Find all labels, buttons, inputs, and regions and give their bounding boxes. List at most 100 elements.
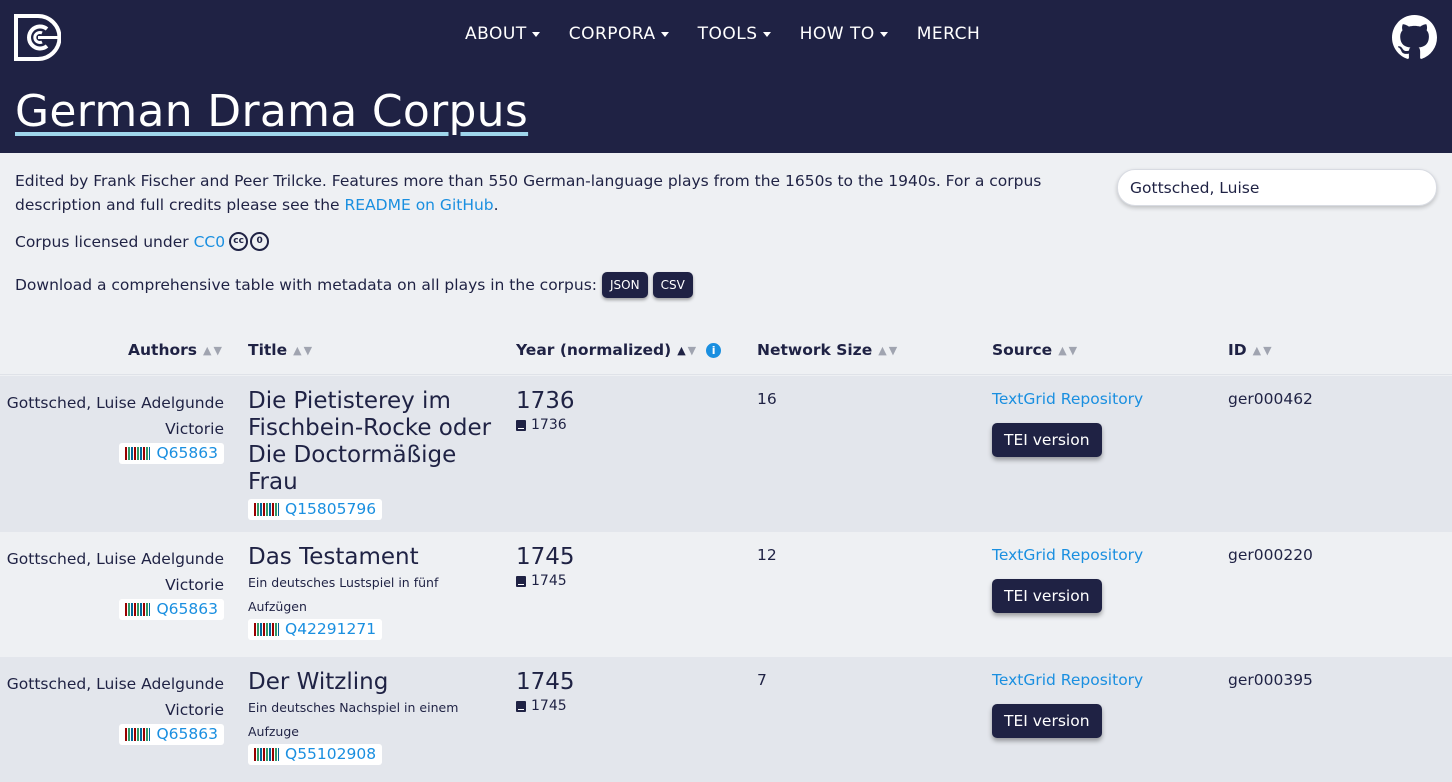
zero-icon: 0 xyxy=(250,232,270,251)
tei-version-button[interactable]: TEI version xyxy=(992,704,1102,738)
main-nav: ABOUT CORPORA TOOLS HOW TO MERCH xyxy=(465,24,1009,44)
sort-icon: ▲▼ xyxy=(677,343,699,357)
nav-tools[interactable]: TOOLS xyxy=(698,24,771,44)
year-cell: 1736 1736 xyxy=(516,388,575,433)
author-cell: Gottsched, Luise Adelgunde Victorie Q658… xyxy=(0,671,224,749)
wikidata-id: Q55102908 xyxy=(285,745,377,763)
th-authors[interactable]: Authors ▲▼ xyxy=(128,341,224,359)
play-subtitle: Ein deutsches Lustspiel in fünf Aufzügen xyxy=(248,575,439,614)
th-id-label: ID xyxy=(1228,341,1247,359)
title-cell: Der Witzling Ein deutsches Nachspiel in … xyxy=(248,669,498,765)
sort-icon: ▲▼ xyxy=(1252,343,1274,357)
intro-text: Edited by Frank Fischer and Peer Trilcke… xyxy=(15,172,1042,214)
th-title-label: Title xyxy=(248,341,288,359)
nav-corpora[interactable]: CORPORA xyxy=(569,24,669,44)
nav-howto-label: HOW TO xyxy=(799,24,875,44)
chevron-down-icon xyxy=(660,31,669,37)
dracor-logo-icon[interactable] xyxy=(14,14,61,61)
wikidata-icon xyxy=(254,503,279,516)
github-icon[interactable] xyxy=(1392,15,1437,60)
th-authors-label: Authors xyxy=(128,341,197,359)
license-line: Corpus licensed under CC0 cc 0 xyxy=(15,232,270,251)
year-normalized: 1736 xyxy=(516,388,575,414)
nav-tools-label: TOOLS xyxy=(697,24,758,44)
year-normalized: 1745 xyxy=(516,669,575,695)
sort-icon: ▲▼ xyxy=(203,343,224,357)
wikidata-id: Q42291271 xyxy=(285,620,377,638)
nav-corpora-label: CORPORA xyxy=(568,24,656,44)
wikidata-id: Q65863 xyxy=(156,444,218,462)
play-subtitle: Ein deutsches Nachspiel in einem Aufzuge xyxy=(248,700,459,739)
sort-icon: ▲▼ xyxy=(293,343,315,357)
corpus-description: Edited by Frank Fischer and Peer Trilcke… xyxy=(15,169,1095,217)
nav-howto[interactable]: HOW TO xyxy=(800,24,888,44)
sort-icon: ▲▼ xyxy=(1058,343,1080,357)
play-title[interactable]: Die Pietisterey im Fischbein-Rocke oder … xyxy=(248,388,498,496)
author-name[interactable]: Gottsched, Luise Adelgunde Victorie xyxy=(0,390,224,442)
source-cell: TextGrid Repository TEI version xyxy=(992,546,1143,613)
th-source[interactable]: Source ▲▼ xyxy=(992,341,1079,359)
network-size: 7 xyxy=(757,671,767,689)
download-text: Download a comprehensive table with meta… xyxy=(15,276,598,294)
author-name[interactable]: Gottsched, Luise Adelgunde Victorie xyxy=(0,546,224,598)
chevron-down-icon xyxy=(879,31,888,37)
author-cell: Gottsched, Luise Adelgunde Victorie Q658… xyxy=(0,546,224,624)
wikidata-title-link[interactable]: Q15805796 xyxy=(248,499,383,520)
download-json-button[interactable]: JSON xyxy=(602,272,648,298)
wikidata-icon xyxy=(125,728,151,741)
year-cell: 1745 1745 xyxy=(516,544,575,589)
wikidata-author-link[interactable]: Q65863 xyxy=(119,443,224,464)
th-year-label: Year (normalized) xyxy=(516,341,672,359)
tei-version-button[interactable]: TEI version xyxy=(992,579,1102,613)
play-title[interactable]: Das Testament xyxy=(248,544,498,571)
play-title[interactable]: Der Witzling xyxy=(248,669,498,696)
author-cell: Gottsched, Luise Adelgunde Victorie Q658… xyxy=(0,390,224,468)
book-icon xyxy=(516,700,526,712)
source-link[interactable]: TextGrid Repository xyxy=(992,671,1143,689)
th-title[interactable]: Title ▲▼ xyxy=(248,341,314,359)
title-cell: Das Testament Ein deutsches Lustspiel in… xyxy=(248,544,498,640)
year-normalized: 1745 xyxy=(516,544,575,570)
th-network-label: Network Size xyxy=(757,341,873,359)
year-printed-value: 1745 xyxy=(531,573,567,589)
nav-merch[interactable]: MERCH xyxy=(917,24,981,44)
wikidata-author-link[interactable]: Q65863 xyxy=(119,599,224,620)
title-cell: Die Pietisterey im Fischbein-Rocke oder … xyxy=(248,388,498,520)
download-csv-button[interactable]: CSV xyxy=(652,272,693,298)
th-year[interactable]: Year (normalized) ▲▼ i xyxy=(516,341,722,359)
play-id: ger000462 xyxy=(1228,390,1313,408)
tei-version-button[interactable]: TEI version xyxy=(992,423,1102,457)
nav-merch-label: MERCH xyxy=(916,24,981,44)
readme-link[interactable]: README on GitHub xyxy=(345,196,494,214)
wikidata-author-link[interactable]: Q65863 xyxy=(119,724,224,745)
source-link[interactable]: TextGrid Repository xyxy=(992,390,1143,408)
wikidata-title-link[interactable]: Q55102908 xyxy=(248,744,383,765)
source-cell: TextGrid Repository TEI version xyxy=(992,390,1143,457)
author-name[interactable]: Gottsched, Luise Adelgunde Victorie xyxy=(0,671,224,723)
info-icon[interactable]: i xyxy=(706,342,722,358)
source-link[interactable]: TextGrid Repository xyxy=(992,546,1143,564)
th-id[interactable]: ID ▲▼ xyxy=(1228,341,1274,359)
year-printed: 1745 xyxy=(516,698,575,714)
download-line: Download a comprehensive table with meta… xyxy=(15,272,693,298)
year-printed: 1736 xyxy=(516,417,575,433)
wikidata-id: Q15805796 xyxy=(285,500,377,518)
chevron-down-icon xyxy=(531,31,540,37)
nav-about-label: ABOUT xyxy=(465,24,527,44)
wikidata-icon xyxy=(125,447,151,460)
intro-end: . xyxy=(493,196,499,214)
nav-about[interactable]: ABOUT xyxy=(465,24,540,44)
play-id: ger000220 xyxy=(1228,546,1313,564)
search-input[interactable] xyxy=(1117,169,1437,206)
wikidata-id: Q65863 xyxy=(156,725,218,743)
license-text: Corpus licensed under xyxy=(15,232,189,251)
year-cell: 1745 1745 xyxy=(516,669,575,714)
year-printed: 1745 xyxy=(516,573,575,589)
cc0-link[interactable]: CC0 xyxy=(194,233,226,251)
page-title[interactable]: German Drama Corpus xyxy=(15,86,528,137)
th-source-label: Source xyxy=(992,341,1053,359)
year-printed-value: 1736 xyxy=(531,417,567,433)
th-network-size[interactable]: Network Size ▲▼ xyxy=(757,341,899,359)
wikidata-title-link[interactable]: Q42291271 xyxy=(248,619,383,640)
year-printed-value: 1745 xyxy=(531,698,567,714)
